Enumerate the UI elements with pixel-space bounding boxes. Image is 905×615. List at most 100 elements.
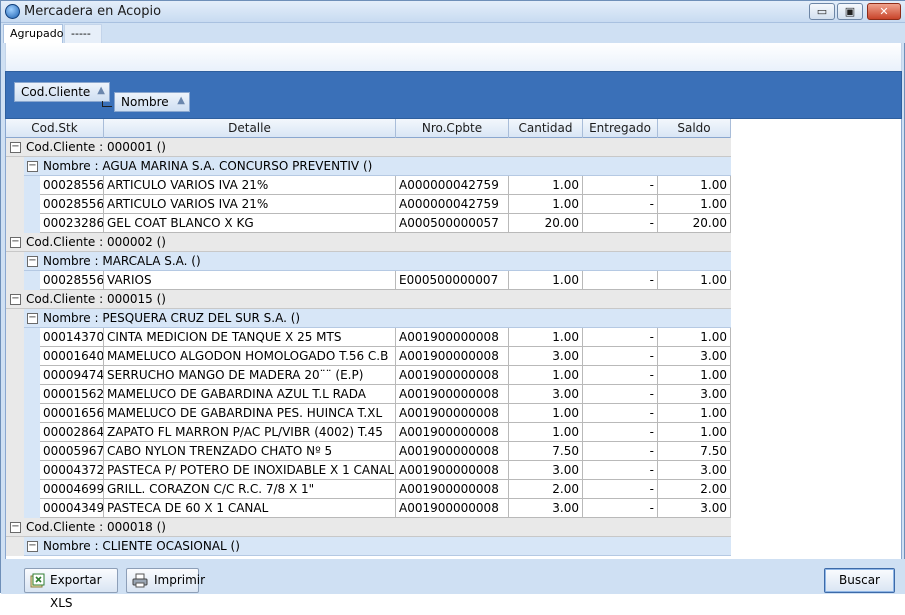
column-header-nro-cpbte[interactable]: Nro.Cpbte [396, 119, 509, 138]
cell-entregado: - [583, 347, 658, 366]
collapse-toggle-icon[interactable]: − [10, 142, 21, 153]
group-row-nombre[interactable]: − Nombre : MARCALA S.A. () [6, 252, 731, 271]
group-indent [6, 537, 24, 556]
cell-cantidad: 1.00 [509, 423, 583, 442]
group-chip-nombre[interactable]: Nombre ▲ [114, 92, 190, 112]
table-row[interactable]: 00001640 MAMELUCO ALGODON HOMOLOGADO T.56… [6, 347, 731, 366]
group-label-cliente: Cod.Cliente : 000001 () [26, 140, 166, 154]
cell-cod-stk: 00009474 [40, 366, 104, 385]
cell-saldo: 3.00 [658, 385, 731, 404]
table-row[interactable]: 00004699 GRILL. CORAZON C/C R.C. 7/8 X 1"… [6, 480, 731, 499]
minimize-icon: ▭ [816, 5, 828, 18]
group-indent [6, 214, 24, 233]
export-xls-button[interactable]: Exportar XLS [24, 568, 118, 610]
collapse-toggle-icon[interactable]: − [27, 161, 38, 172]
group-indent [6, 252, 24, 271]
group-row-nombre[interactable]: − Nombre : CLIENTE OCASIONAL () [6, 537, 731, 556]
group-row-nombre[interactable]: − Nombre : AGUA MARINA S.A. CONCURSO PREV… [6, 157, 731, 176]
cell-entregado: - [583, 461, 658, 480]
close-button[interactable]: ✕ [867, 3, 901, 20]
cell-cantidad: 1.00 [509, 195, 583, 214]
group-indent [24, 404, 40, 423]
cell-cod-stk: 00001562 [40, 385, 104, 404]
cell-detalle: PASTECA DE 60 X 1 CANAL [104, 499, 396, 518]
cell-nro-cpbte: A000000042759 [396, 176, 509, 195]
collapse-toggle-icon[interactable]: − [10, 522, 21, 533]
group-indent [24, 195, 40, 214]
cell-nro-cpbte: A000000042759 [396, 195, 509, 214]
cell-nro-cpbte: A001900000008 [396, 328, 509, 347]
table-row[interactable]: 00028556 ARTICULO VARIOS IVA 21% A00000004… [6, 176, 731, 195]
collapse-toggle-icon[interactable]: − [10, 237, 21, 248]
group-indent [24, 499, 40, 518]
collapse-toggle-icon[interactable]: − [27, 256, 38, 267]
table-row[interactable]: 00004349 PASTECA DE 60 X 1 CANAL A00190000… [6, 499, 731, 518]
group-row-cliente[interactable]: − Cod.Cliente : 000018 () [6, 518, 731, 537]
cell-cod-stk: 00028556 [40, 176, 104, 195]
table-row[interactable]: 00005967 CABO NYLON TRENZADO CHATO Nº 5 A0… [6, 442, 731, 461]
cell-cod-stk: 00001640 [40, 347, 104, 366]
table-row[interactable]: 00014370 CINTA MEDICION DE TANQUE X 25 MT… [6, 328, 731, 347]
data-grid[interactable]: Cod.Stk Detalle Nro.Cpbte Cantidad Entre… [5, 119, 902, 559]
minimize-button[interactable]: ▭ [809, 3, 835, 20]
cell-detalle: MAMELUCO ALGODON HOMOLOGADO T.56 C.B [104, 347, 396, 366]
app-globe-icon [5, 4, 20, 19]
cell-saldo: 3.00 [658, 499, 731, 518]
column-header-detalle[interactable]: Detalle [104, 119, 396, 138]
cell-entregado: - [583, 404, 658, 423]
cell-nro-cpbte: A001900000008 [396, 423, 509, 442]
cell-nro-cpbte: A001900000008 [396, 385, 509, 404]
table-row[interactable]: 00023286 GEL COAT BLANCO X KG A00050000005… [6, 214, 731, 233]
column-header-entregado[interactable]: Entregado [583, 119, 658, 138]
cell-entregado: - [583, 195, 658, 214]
sort-ascending-icon: ▲ [177, 95, 185, 106]
main-window: Mercadera en Acopio ▭ ▣ ✕ Agrupado -----… [0, 0, 905, 610]
cell-cantidad: 1.00 [509, 271, 583, 290]
table-row[interactable]: 00028556 ARTICULO VARIOS IVA 21% A00000004… [6, 195, 731, 214]
group-label-nombre: Nombre : PESQUERA CRUZ DEL SUR S.A. () [43, 311, 301, 325]
cell-nro-cpbte: A001900000008 [396, 366, 509, 385]
table-row[interactable]: 00001656 MAMELUCO DE GABARDINA PES. HUINC… [6, 404, 731, 423]
cell-cantidad: 20.00 [509, 214, 583, 233]
search-button[interactable]: Buscar [824, 568, 895, 593]
table-row[interactable]: 00001562 MAMELUCO DE GABARDINA AZUL T.L R… [6, 385, 731, 404]
group-row-nombre[interactable]: − Nombre : PESQUERA CRUZ DEL SUR S.A. () [6, 309, 731, 328]
group-chip-cod-cliente[interactable]: Cod.Cliente ▲ [14, 82, 110, 102]
cell-cantidad: 1.00 [509, 404, 583, 423]
column-header-saldo[interactable]: Saldo [658, 119, 731, 138]
table-row[interactable]: 00028556 VARIOS E000500000007 1.00-1.00 [6, 271, 731, 290]
cell-cod-stk: 00014370 [40, 328, 104, 347]
group-indent [6, 366, 24, 385]
cell-entregado: - [583, 385, 658, 404]
printer-icon [132, 573, 148, 588]
group-label-cliente: Cod.Cliente : 000015 () [26, 292, 166, 306]
collapse-toggle-icon[interactable]: − [27, 541, 38, 552]
maximize-button[interactable]: ▣ [837, 3, 863, 20]
table-row[interactable]: 00009474 SERRUCHO MANGO DE MADERA 20¨¨ (E… [6, 366, 731, 385]
collapse-toggle-icon[interactable]: − [10, 294, 21, 305]
group-indent [6, 271, 24, 290]
group-row-cliente[interactable]: − Cod.Cliente : 000001 () [6, 138, 731, 157]
table-row[interactable]: 00002864 ZAPATO FL MARRON P/AC PL/VIBR (4… [6, 423, 731, 442]
group-indent [24, 271, 40, 290]
print-button[interactable]: Imprimir [126, 568, 205, 593]
group-label-nombre: Nombre : AGUA MARINA S.A. CONCURSO PREVE… [43, 159, 373, 173]
group-row-cliente[interactable]: − Cod.Cliente : 000015 () [6, 290, 731, 309]
column-header-cod-stk[interactable]: Cod.Stk [6, 119, 104, 138]
tab-other[interactable]: ----- [64, 24, 102, 43]
column-header-cantidad[interactable]: Cantidad [509, 119, 583, 138]
collapse-toggle-icon[interactable]: − [27, 313, 38, 324]
cell-saldo: 1.00 [658, 423, 731, 442]
group-indent [24, 347, 40, 366]
cell-detalle: VARIOS [104, 271, 396, 290]
table-row[interactable]: 00004372 PASTECA P/ POTERO DE INOXIDABLE … [6, 461, 731, 480]
group-label-nombre: Nombre : MARCALA S.A. () [43, 254, 201, 268]
cell-detalle: SERRUCHO MANGO DE MADERA 20¨¨ (E.P) [104, 366, 396, 385]
group-indent [24, 480, 40, 499]
cell-cod-stk: 00028556 [40, 271, 104, 290]
export-xls-label: Exportar XLS [50, 573, 102, 610]
group-row-cliente[interactable]: − Cod.Cliente : 000002 () [6, 233, 731, 252]
cell-detalle: ARTICULO VARIOS IVA 21% [104, 176, 396, 195]
cell-cantidad: 7.50 [509, 442, 583, 461]
tab-agrupado[interactable]: Agrupado [3, 24, 63, 43]
